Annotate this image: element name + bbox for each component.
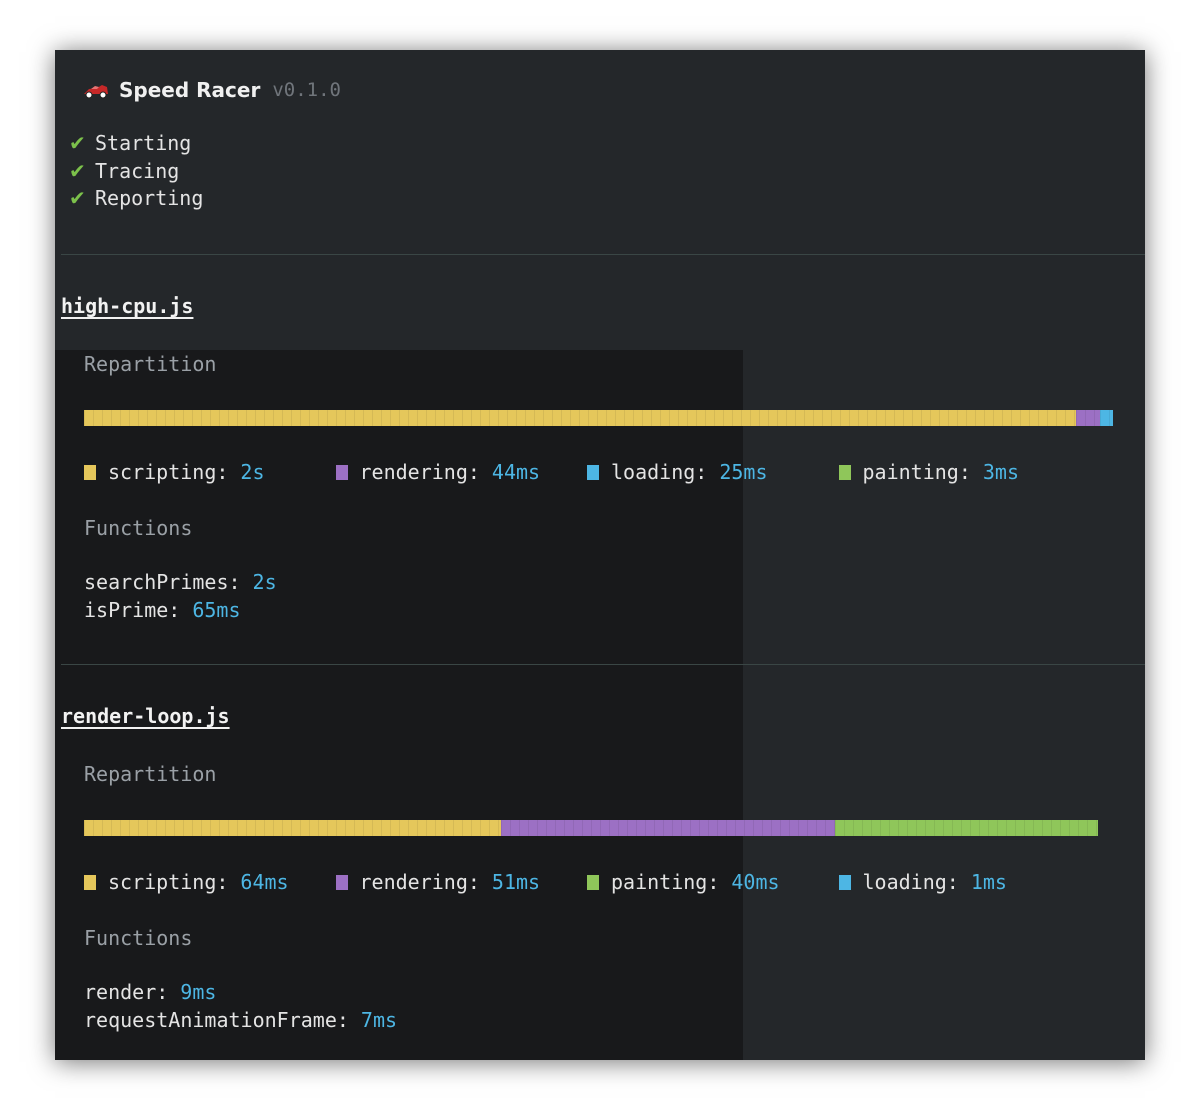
legend-swatch [587,874,599,890]
bar-segment-painting [835,820,1098,836]
function-time: 2s [252,570,277,594]
function-name: requestAnimationFrame: [84,1007,349,1032]
legend-value: 51ms [491,870,541,894]
file-title[interactable]: high-cpu.js [61,294,193,318]
legend-swatch [84,464,96,480]
app-name: Speed Racer [119,78,261,102]
function-name: render: [84,980,169,1004]
legend-value: 1ms [970,870,1007,894]
repartition-bar [84,410,1113,426]
functions-heading: Functions [84,926,193,950]
bar-segment-rendering [1075,410,1100,426]
step-label: Tracing [95,158,180,183]
legend-value: 25ms [719,460,768,484]
checkmark-icon: ✔ [69,131,86,155]
legend-value: 64ms [240,870,289,894]
legend: scripting: 64ms rendering: 51ms painting: 40m… [84,870,1090,894]
legend-swatch [838,874,851,890]
legend-item-loading: loading: 25ms [587,460,839,484]
legend-item-rendering: rendering: 51ms [335,870,588,894]
legend-swatch [335,464,348,480]
legend-item-scripting: scripting: 2s [84,460,336,484]
step-list: ✔ Starting ✔ Tracing ✔ Reporting [69,130,203,213]
legend-item-loading: loading: 1ms [838,870,1091,894]
legend-value: 44ms [491,460,541,484]
legend-label: painting: [611,870,720,894]
legend-label: painting: [862,460,971,484]
function-list: render: 9ms requestAnimationFrame: 7ms [84,979,397,1034]
repartition-bar [84,820,1102,836]
function-row: requestAnimationFrame: 7ms [84,1007,397,1035]
bar-segment-scripting [84,410,1076,426]
step-item: ✔ Reporting [69,185,203,213]
legend-label: rendering: [359,460,480,484]
bar-segment-scripting [84,820,502,836]
function-time: 65ms [192,597,241,622]
file-title[interactable]: render-loop.js [61,704,230,728]
app-header: Speed Racer v0.1.0 [83,78,341,102]
step-label: Reporting [95,186,204,210]
legend-swatch [335,874,348,890]
section-divider [61,254,1145,255]
terminal-window: Speed Racer v0.1.0 ✔ Starting ✔ Tracing … [55,50,1145,1060]
step-item: ✔ Tracing [69,158,203,186]
legend-label: loading: [611,460,708,484]
legend-value: 3ms [982,460,1019,484]
function-row: isPrime: 65ms [84,597,277,625]
legend-label: loading: [862,870,959,894]
function-list: searchPrimes: 2s isPrime: 65ms [84,569,277,624]
checkmark-icon: ✔ [69,186,86,210]
legend: scripting: 2s rendering: 44ms loading: 25ms pa… [84,460,1090,484]
legend-swatch [587,464,599,480]
section-divider [61,664,1145,665]
functions-heading: Functions [84,516,193,540]
step-item: ✔ Starting [69,130,203,158]
function-row: render: 9ms [84,979,397,1007]
legend-item-painting: painting: 40ms [587,870,839,894]
app-version: v0.1.0 [272,79,341,101]
legend-item-rendering: rendering: 44ms [335,460,588,484]
legend-item-scripting: scripting: 64ms [84,870,336,894]
bar-segment-loading [1099,410,1113,426]
bar-segment-rendering [501,820,836,836]
function-name: searchPrimes: [84,570,241,594]
legend-swatch [838,464,851,480]
function-time: 9ms [180,980,217,1004]
legend-value: 40ms [731,870,780,894]
repartition-heading: Repartition [84,352,217,376]
repartition-heading: Repartition [84,762,217,786]
race-car-icon [84,85,108,99]
legend-label: scripting: [108,870,229,894]
legend-label: scripting: [108,460,229,484]
step-label: Starting [95,131,192,155]
legend-item-painting: painting: 3ms [838,460,1091,484]
legend-swatch [84,874,96,890]
function-time: 7ms [360,1007,398,1032]
legend-value: 2s [240,460,265,484]
function-name: isPrime: [84,597,181,622]
legend-label: rendering: [359,870,480,894]
checkmark-icon: ✔ [69,158,86,183]
function-row: searchPrimes: 2s [84,569,277,597]
